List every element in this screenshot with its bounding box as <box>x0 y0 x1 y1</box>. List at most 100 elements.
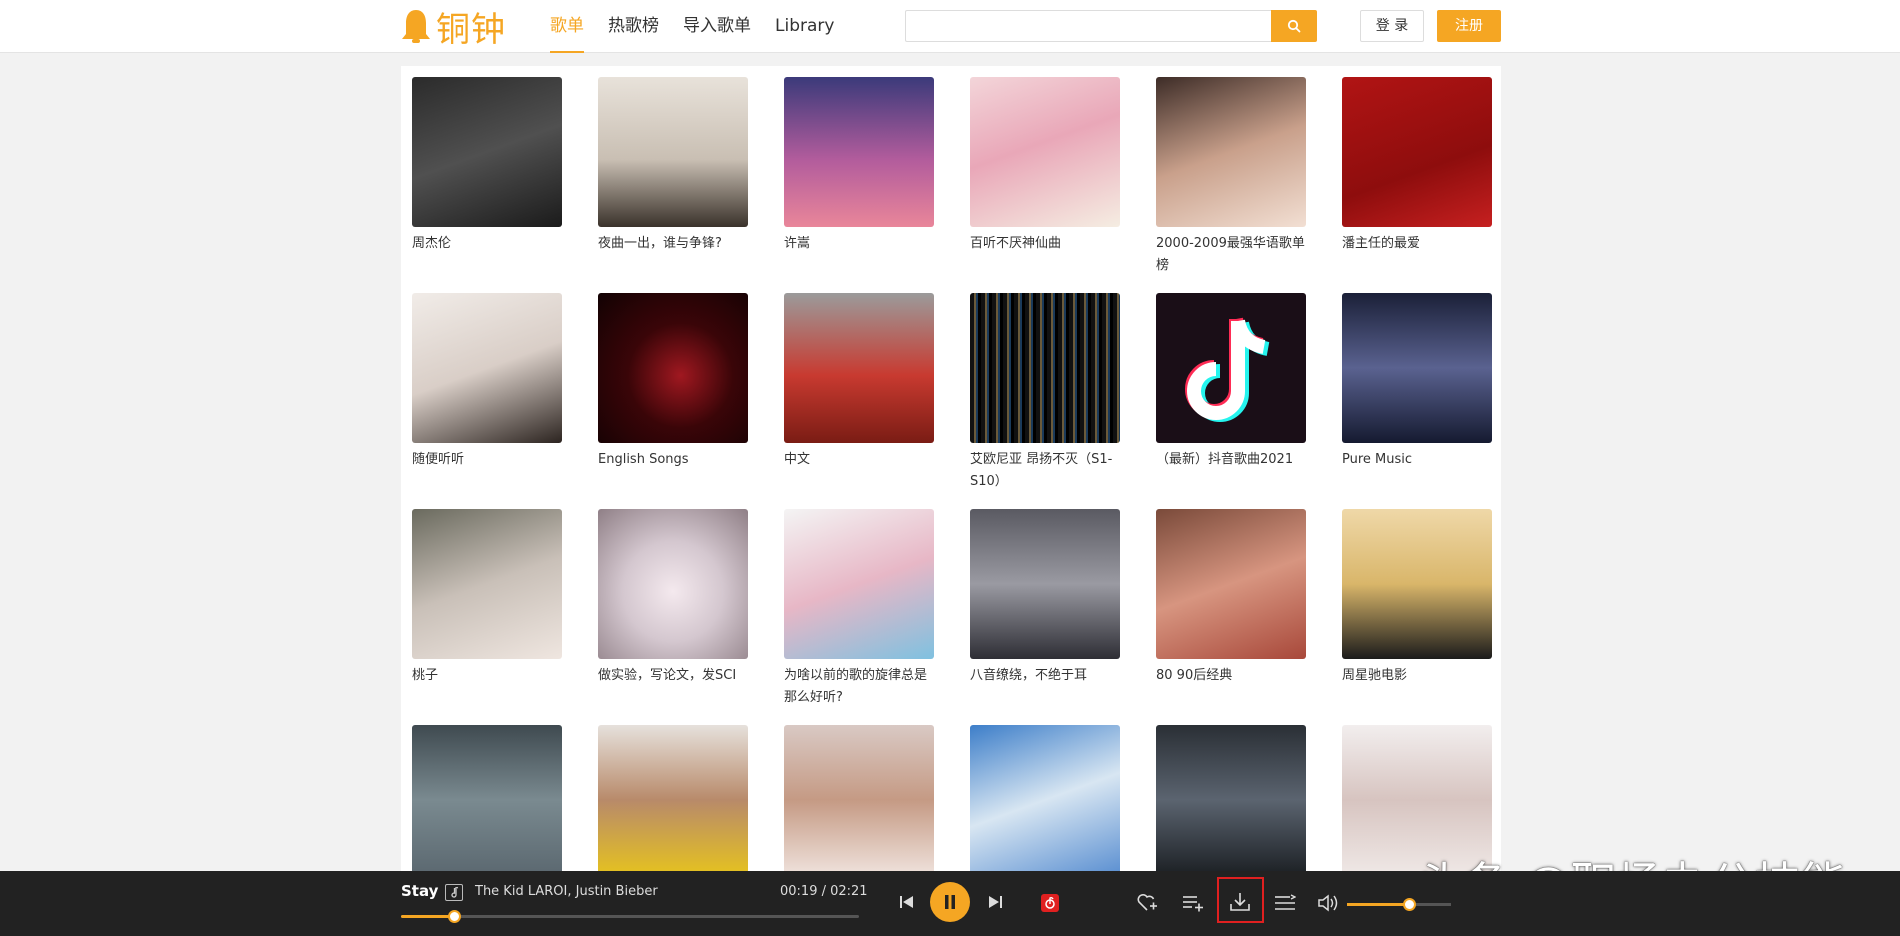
playlist-card[interactable]: 艾欧尼亚 昂扬不灭（S1-S10） <box>970 293 1120 509</box>
playlist-card[interactable]: 八音缭绕，不绝于耳 <box>970 509 1120 725</box>
playlist-card[interactable] <box>1156 725 1306 886</box>
playlist-card[interactable]: 桃子 <box>412 509 562 725</box>
playlist-card[interactable] <box>784 725 934 886</box>
playlist-cover[interactable] <box>970 725 1120 875</box>
bell-logo-icon <box>402 10 430 43</box>
register-button[interactable]: 注册 <box>1437 10 1501 42</box>
playlist-title[interactable]: 周杰伦 <box>412 233 562 255</box>
playlist-card[interactable]: Pure Music <box>1342 293 1492 509</box>
player-bar: Stay The Kid LAROI, Justin Bieber 00:19 … <box>0 871 1900 936</box>
playlist-cover[interactable] <box>784 509 934 659</box>
nav-library[interactable]: Library <box>775 0 834 53</box>
playlist-card[interactable]: English Songs <box>598 293 748 509</box>
playlist-cover[interactable] <box>1156 293 1306 443</box>
playlist-cover[interactable] <box>970 293 1120 443</box>
playlist-cover[interactable] <box>598 293 748 443</box>
progress-knob[interactable] <box>447 910 461 923</box>
playlist-title[interactable]: 八音缭绕，不绝于耳 <box>970 665 1120 687</box>
playlist-title[interactable]: 艾欧尼亚 昂扬不灭（S1-S10） <box>970 449 1120 493</box>
playlist-cover[interactable] <box>412 725 562 875</box>
search-button[interactable] <box>1271 10 1317 42</box>
playlist-card[interactable]: 随便听听 <box>412 293 562 509</box>
playlist-cover[interactable] <box>1342 293 1492 443</box>
playlist-cover[interactable] <box>1342 509 1492 659</box>
playlist-cover[interactable] <box>1156 725 1306 875</box>
progress-bar[interactable] <box>401 910 859 923</box>
nav-hot-charts[interactable]: 热歌榜 <box>608 0 659 53</box>
playlist-cover[interactable] <box>412 77 562 227</box>
logo-text: 铜钟 <box>436 9 506 50</box>
playlist-cover[interactable] <box>598 725 748 875</box>
playlist-card[interactable]: 潘主任的最爱 <box>1342 77 1492 293</box>
playlist-title[interactable]: 潘主任的最爱 <box>1342 233 1492 255</box>
playlist-card[interactable]: 为啥以前的歌的旋律总是那么好听? <box>784 509 934 725</box>
playlist-title[interactable]: 中文 <box>784 449 934 471</box>
playlist-cover[interactable] <box>1156 509 1306 659</box>
playlist-card[interactable]: 80 90后经典 <box>1156 509 1306 725</box>
playlist-cover[interactable] <box>784 293 934 443</box>
add-to-playlist-button[interactable] <box>1181 891 1205 915</box>
pause-icon <box>945 895 955 909</box>
playlist-title[interactable]: 周星驰电影 <box>1342 665 1492 687</box>
playlist-grid: 周杰伦 夜曲一出，谁与争锋? 许嵩 百听不厌神仙曲 2000-2009最强华语歌单榜 潘主… <box>412 77 1492 886</box>
playlist-cover[interactable] <box>784 725 934 875</box>
playlist-cover[interactable] <box>598 77 748 227</box>
playlist-cover[interactable] <box>784 77 934 227</box>
playlist-title[interactable]: Pure Music <box>1342 449 1492 471</box>
song-artist: The Kid LAROI, Justin Bieber <box>475 884 658 899</box>
playlist-card[interactable]: 周星驰电影 <box>1342 509 1492 725</box>
playlist-card[interactable]: 2000-2009最强华语歌单榜 <box>1156 77 1306 293</box>
playlist-card[interactable]: 周杰伦 <box>412 77 562 293</box>
tiktok-logo-icon <box>1185 317 1270 422</box>
logo[interactable]: 铜钟 <box>400 4 506 50</box>
volume-slider[interactable] <box>1347 898 1451 911</box>
heart-add-icon <box>1137 893 1157 911</box>
playlist-card[interactable] <box>598 725 748 886</box>
playlist-card[interactable]: （最新）抖音歌曲2021 <box>1156 293 1306 509</box>
playlist-title[interactable]: 为啥以前的歌的旋律总是那么好听? <box>784 665 934 709</box>
search-icon <box>1287 19 1301 33</box>
playlist-card[interactable]: 百听不厌神仙曲 <box>970 77 1120 293</box>
playlist-cover[interactable] <box>970 509 1120 659</box>
like-button[interactable] <box>1135 891 1159 915</box>
queue-button[interactable] <box>1273 891 1297 915</box>
search-bar <box>905 10 1317 42</box>
queue-list-icon <box>1275 894 1296 910</box>
playlist-card[interactable]: 许嵩 <box>784 77 934 293</box>
playlist-cover[interactable] <box>598 509 748 659</box>
volume-knob[interactable] <box>1403 898 1417 911</box>
playlist-title[interactable]: 百听不厌神仙曲 <box>970 233 1120 255</box>
playlist-title[interactable]: English Songs <box>598 449 748 471</box>
netease-source-button[interactable] <box>1040 893 1060 913</box>
previous-button[interactable] <box>897 892 917 912</box>
playlist-title[interactable]: （最新）抖音歌曲2021 <box>1156 449 1306 471</box>
playlist-cover[interactable] <box>1156 77 1306 227</box>
playlist-title[interactable]: 80 90后经典 <box>1156 665 1306 687</box>
top-header: 铜钟 歌单 热歌榜 导入歌单 Library 登 录 注册 <box>0 0 1900 53</box>
playlist-cover[interactable] <box>412 293 562 443</box>
nav-import-playlist[interactable]: 导入歌单 <box>683 0 751 53</box>
nav-playlists[interactable]: 歌单 <box>550 0 584 53</box>
next-button[interactable] <box>985 892 1005 912</box>
playlist-card[interactable]: 做实验，写论文，发SCI <box>598 509 748 725</box>
playlist-title[interactable]: 2000-2009最强华语歌单榜 <box>1156 233 1306 277</box>
playlist-card[interactable] <box>412 725 562 886</box>
playlist-title[interactable]: 夜曲一出，谁与争锋? <box>598 233 748 255</box>
playlist-card[interactable]: 中文 <box>784 293 934 509</box>
search-input[interactable] <box>905 10 1271 42</box>
playlist-cover[interactable] <box>1342 77 1492 227</box>
playlist-title[interactable]: 桃子 <box>412 665 562 687</box>
playlist-title[interactable]: 许嵩 <box>784 233 934 255</box>
playlist-cover[interactable] <box>412 509 562 659</box>
login-button[interactable]: 登 录 <box>1360 10 1424 42</box>
playlist-card[interactable] <box>970 725 1120 886</box>
playlist-title[interactable]: 随便听听 <box>412 449 562 471</box>
song-title: Stay <box>401 882 439 900</box>
volume-button[interactable] <box>1316 891 1340 915</box>
pause-button[interactable] <box>930 882 970 922</box>
playlist-cover[interactable] <box>970 77 1120 227</box>
lyrics-icon[interactable] <box>445 884 463 901</box>
time-display: 00:19 / 02:21 <box>780 884 868 899</box>
playlist-card[interactable]: 夜曲一出，谁与争锋? <box>598 77 748 293</box>
playlist-title[interactable]: 做实验，写论文，发SCI <box>598 665 748 687</box>
